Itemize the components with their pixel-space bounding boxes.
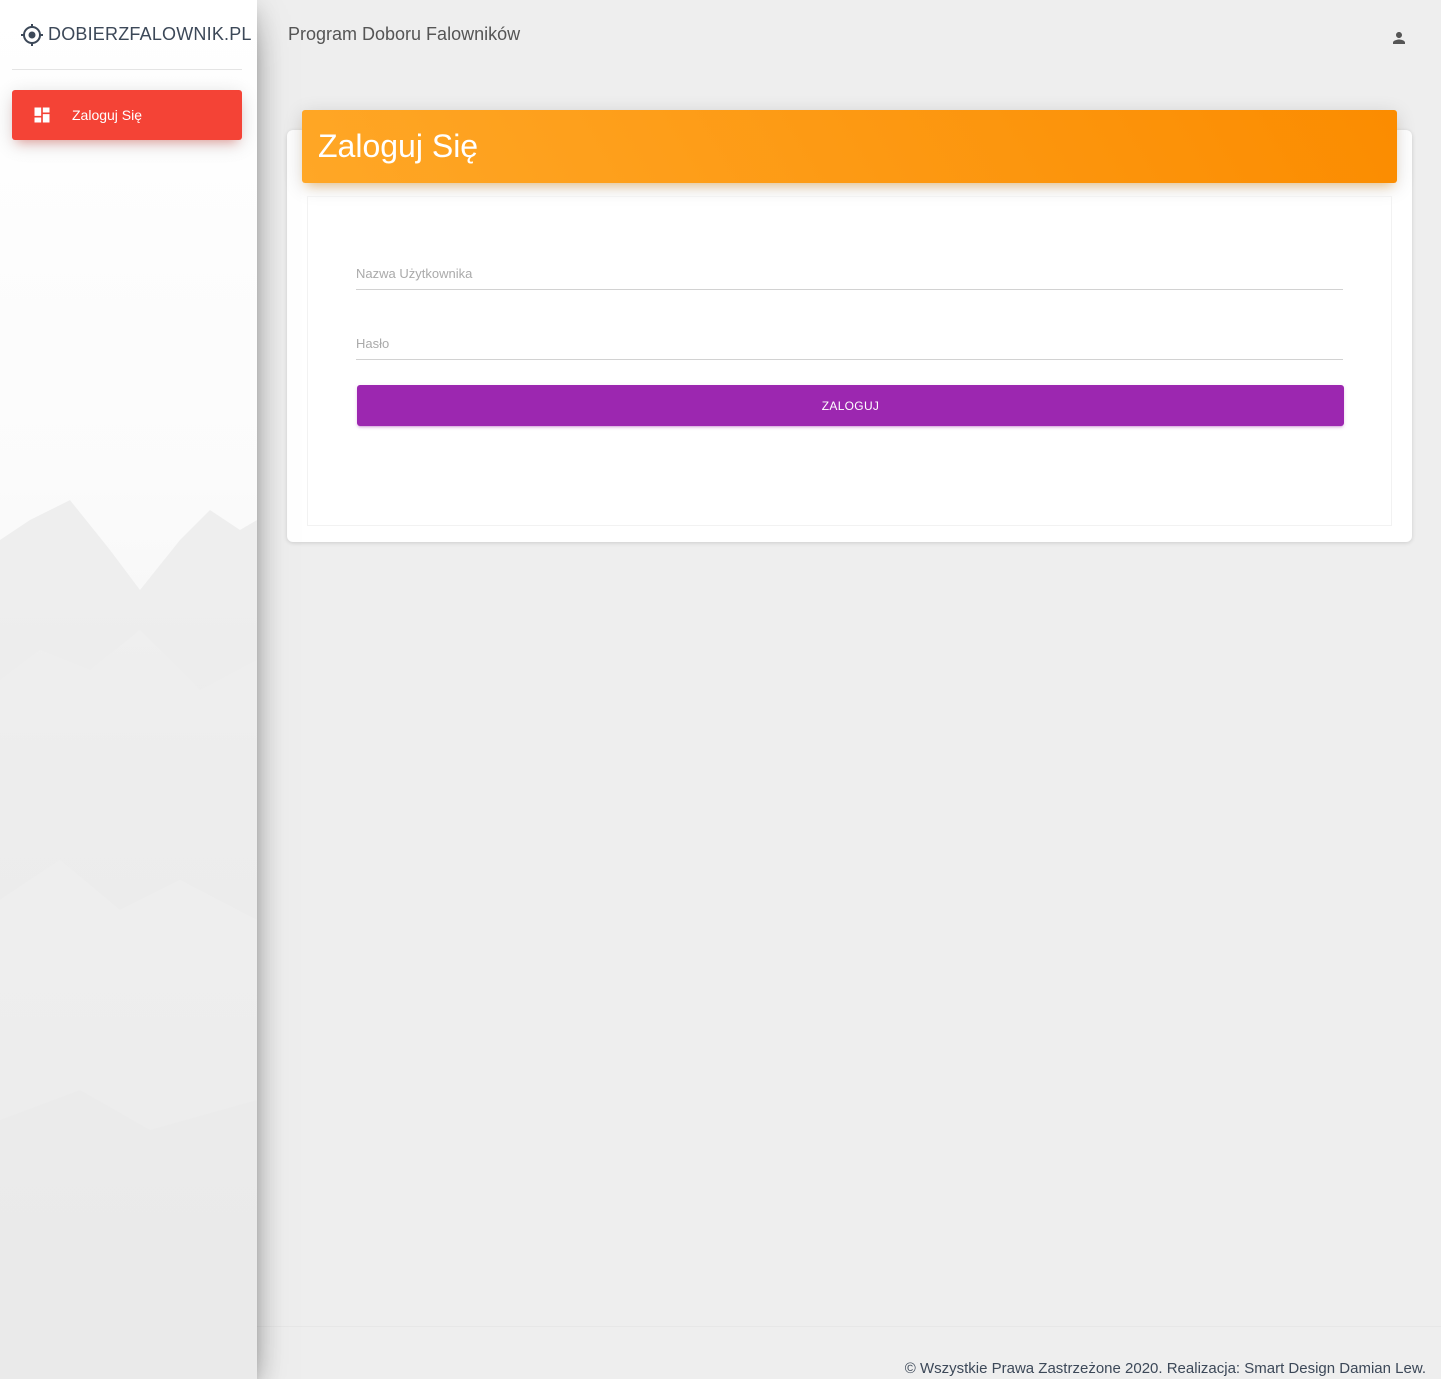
footer: © Wszystkie Prawa Zastrzeżone 2020. Real…	[257, 1326, 1441, 1379]
login-submit-button[interactable]: ZALOGUJ	[357, 385, 1344, 426]
sidebar-item-login[interactable]: Zaloguj Się	[12, 90, 242, 140]
footer-copyright: © Wszystkie Prawa Zastrzeżone 2020. Real…	[904, 1360, 1426, 1377]
username-input[interactable]	[356, 252, 1343, 289]
username-field	[356, 252, 1343, 290]
topbar: Program Doboru Falowników	[257, 0, 1441, 70]
sidebar-item-label: Zaloguj Się	[72, 107, 143, 123]
page-title: Program Doboru Falowników	[288, 24, 521, 44]
dashboard-icon	[32, 105, 52, 125]
sidebar-background-image	[0, 500, 257, 1379]
password-field	[356, 322, 1343, 360]
sidebar: DOBIERZFALOWNIK.PL Zaloguj Się	[0, 0, 257, 1379]
login-card-header: Zaloguj Się	[302, 110, 1397, 183]
sidebar-nav: Zaloguj Się	[0, 70, 257, 140]
user-account-button[interactable]	[1387, 26, 1411, 50]
person-icon	[1393, 32, 1405, 44]
brand-name: DOBIERZFALOWNIK.PL	[48, 24, 252, 44]
login-card-title: Zaloguj Się	[318, 128, 479, 164]
crosshair-icon	[20, 23, 44, 47]
login-form-container	[307, 196, 1392, 526]
password-input[interactable]	[356, 322, 1343, 359]
brand[interactable]: DOBIERZFALOWNIK.PL	[12, 0, 251, 70]
